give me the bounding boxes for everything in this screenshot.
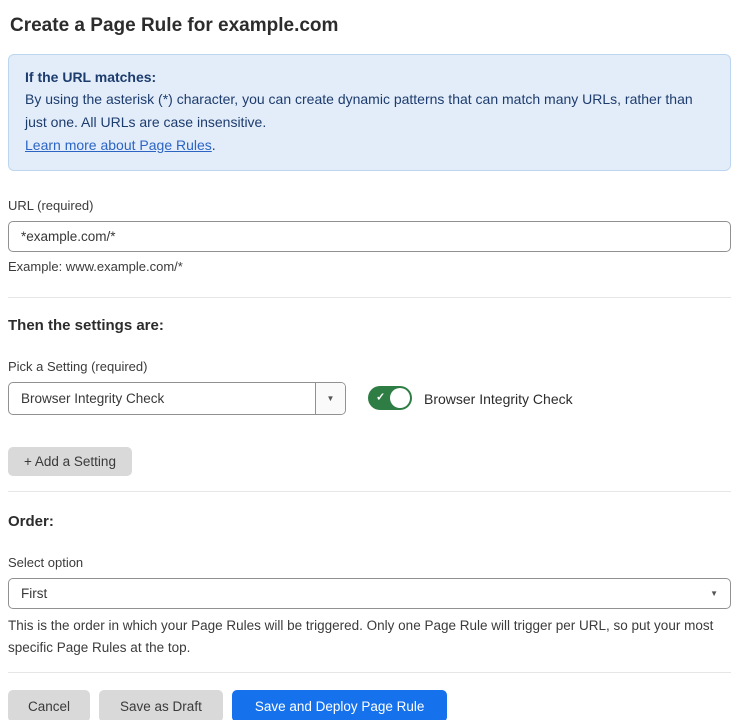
pick-setting-label: Pick a Setting (required) <box>8 359 731 375</box>
learn-more-link[interactable]: Learn more about Page Rules <box>25 137 212 153</box>
info-box-heading: If the URL matches: <box>25 66 714 88</box>
toggle-setting-label: Browser Integrity Check <box>424 391 573 407</box>
setting-dropdown-caret-button[interactable]: ▼ <box>315 383 345 414</box>
divider <box>8 491 731 492</box>
setting-dropdown-value: Browser Integrity Check <box>9 383 315 414</box>
url-helper-text: Example: www.example.com/* <box>8 258 731 275</box>
link-period: . <box>212 137 216 153</box>
cancel-button[interactable]: Cancel <box>8 690 90 720</box>
browser-integrity-toggle[interactable]: ✓ <box>368 386 412 410</box>
order-section-heading: Order: <box>8 512 731 531</box>
info-box-body: By using the asterisk (*) character, you… <box>25 88 714 134</box>
check-icon: ✓ <box>376 393 385 404</box>
toggle-knob <box>390 388 410 408</box>
create-page-rule-form: Create a Page Rule for example.com If th… <box>0 0 750 720</box>
settings-section-heading: Then the settings are: <box>8 316 731 335</box>
info-box-link-line: Learn more about Page Rules. <box>25 134 714 157</box>
order-select-label: Select option <box>8 555 731 571</box>
url-field-label: URL (required) <box>8 198 731 214</box>
save-as-draft-button[interactable]: Save as Draft <box>99 690 223 720</box>
save-and-deploy-button[interactable]: Save and Deploy Page Rule <box>232 690 448 720</box>
setting-dropdown[interactable]: Browser Integrity Check ▼ <box>8 382 346 415</box>
page-title: Create a Page Rule for example.com <box>10 13 731 39</box>
url-matches-info-box: If the URL matches: By using the asteris… <box>8 54 731 171</box>
chevron-down-icon: ▼ <box>710 590 718 598</box>
form-actions: Cancel Save as Draft Save and Deploy Pag… <box>8 690 731 720</box>
order-select-value: First <box>21 586 710 601</box>
add-setting-button[interactable]: + Add a Setting <box>8 447 132 476</box>
divider <box>8 672 731 673</box>
url-input[interactable] <box>8 221 731 252</box>
setting-row: Browser Integrity Check ▼ ✓ Browser Inte… <box>8 382 731 415</box>
divider <box>8 297 731 298</box>
order-select[interactable]: First ▼ <box>8 578 731 609</box>
chevron-down-icon: ▼ <box>327 395 335 403</box>
order-helper-text: This is the order in which your Page Rul… <box>8 615 731 659</box>
